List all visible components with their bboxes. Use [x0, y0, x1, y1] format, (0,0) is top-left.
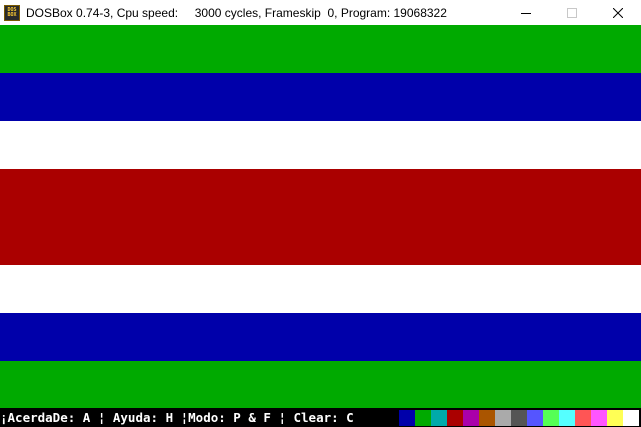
title-bar[interactable]: DOS BOX DOSBox 0.74-3, Cpu speed: 3000 c… [0, 0, 641, 25]
minimize-icon [521, 12, 531, 14]
close-button[interactable] [595, 0, 641, 25]
close-icon [613, 7, 623, 18]
palette-swatch[interactable] [543, 410, 559, 426]
flag-stripe [0, 361, 641, 408]
maximize-button[interactable] [549, 0, 595, 25]
palette-swatch[interactable] [575, 410, 591, 426]
program-status-bar: ¡AcerdaDe: A ¦ Ayuda: H ¦Modo: P & F ¦ C… [0, 408, 641, 427]
palette-swatch[interactable] [527, 410, 543, 426]
palette-swatch[interactable] [591, 410, 607, 426]
shortcut-help-text: ¡AcerdaDe: A ¦ Ayuda: H ¦Modo: P & F ¦ C… [0, 409, 354, 425]
flag-stripe [0, 121, 641, 169]
window-controls [503, 0, 641, 25]
palette-swatch[interactable] [623, 410, 639, 426]
palette-swatch[interactable] [607, 410, 623, 426]
palette-swatch[interactable] [495, 410, 511, 426]
flag-stripe [0, 25, 641, 73]
palette-swatch[interactable] [447, 410, 463, 426]
dosbox-icon[interactable]: DOS BOX [4, 4, 20, 21]
palette-swatch[interactable] [431, 410, 447, 426]
palette-swatch[interactable] [463, 410, 479, 426]
maximize-icon [567, 7, 577, 18]
palette-swatch[interactable] [511, 410, 527, 426]
minimize-button[interactable] [503, 0, 549, 25]
palette-swatch[interactable] [415, 410, 431, 426]
flag-stripe [0, 169, 641, 217]
icon-text-bottom: BOX [7, 11, 17, 18]
flag-stripe [0, 313, 641, 361]
window-title: DOSBox 0.74-3, Cpu speed: 3000 cycles, F… [26, 5, 447, 20]
palette-swatch[interactable] [383, 410, 399, 426]
flag-stripe [0, 73, 641, 121]
dosbox-window: DOS BOX DOSBox 0.74-3, Cpu speed: 3000 c… [0, 0, 641, 427]
flag-stripe [0, 217, 641, 265]
palette-swatch[interactable] [559, 410, 575, 426]
palette-swatch[interactable] [479, 410, 495, 426]
flag-stripe [0, 265, 641, 313]
dos-screen[interactable]: ¡AcerdaDe: A ¦ Ayuda: H ¦Modo: P & F ¦ C… [0, 25, 641, 427]
color-palette[interactable] [383, 410, 639, 426]
palette-swatch[interactable] [399, 410, 415, 426]
